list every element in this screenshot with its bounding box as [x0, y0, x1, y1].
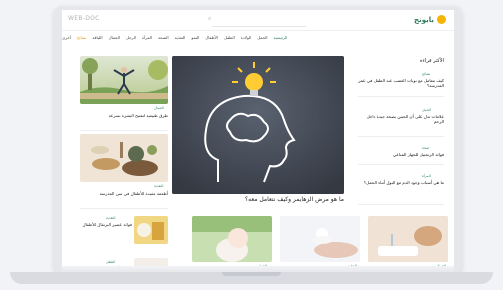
nav-item-woman[interactable]: المرأة	[142, 31, 152, 45]
divider	[358, 204, 444, 205]
nav-item-home[interactable]: الرئيسية	[274, 31, 288, 45]
sidebar-category[interactable]: المرأة	[422, 174, 431, 178]
list-item-image[interactable]	[134, 216, 168, 244]
logo-sun-icon	[437, 15, 446, 24]
topbar: بابونج ⌕ WEB-DOC	[62, 10, 454, 31]
nav-item-beauty[interactable]: الجمال	[109, 31, 120, 45]
page-bottom-fade	[62, 266, 454, 272]
card-image-herbs[interactable]	[80, 134, 168, 182]
sidebar-item-title[interactable]: ما هي أسباب وجود الدم مع البول أثناء الح…	[358, 180, 444, 185]
sidebar-category[interactable]: الحمل	[422, 108, 431, 112]
nav-item-other[interactable]: أخرى	[62, 31, 71, 45]
sidebar-item-title[interactable]: كيف تتعامل مع نوبات الغضب عند الطفل في ع…	[358, 78, 444, 88]
sidebar-item-title[interactable]: فوائد الزنجبيل للجهاز المناعي	[358, 152, 444, 157]
laptop-notch	[222, 272, 281, 276]
divider	[358, 96, 444, 97]
nav-item-nutrition[interactable]: التغذية	[175, 31, 186, 45]
list-title[interactable]: فوائد عصير البرتقال للأطفال	[76, 222, 132, 227]
card-title[interactable]: أطعمة مفيدة للأطفال في سن المدرسة	[80, 191, 168, 196]
divider	[80, 130, 168, 131]
nav-item-growth[interactable]: النمو	[191, 31, 199, 45]
sidebar-category[interactable]: نصائح	[422, 72, 430, 76]
card-title[interactable]: طرق طبيعية لتفتيح البشرة بسرعة	[80, 113, 168, 118]
card-image-running[interactable]	[80, 56, 168, 104]
list-category[interactable]: التغذية	[106, 216, 115, 220]
nav-item-health[interactable]: الصحة	[158, 31, 169, 45]
partner-brand[interactable]: WEB-DOC	[68, 15, 100, 22]
sidebar-category[interactable]: صحة	[422, 146, 429, 150]
card-category[interactable]: الجمال	[154, 106, 164, 110]
hero-title[interactable]: ما هو مرض الزهايمر وكيف نتعامل معه؟	[172, 196, 344, 203]
card-image-cream[interactable]	[280, 216, 360, 262]
sidebar-title: الأكثر قراءة	[420, 58, 444, 64]
divider	[358, 136, 444, 137]
card-image-washing[interactable]	[368, 216, 448, 262]
nav-item-birth[interactable]: الولادة	[241, 31, 252, 45]
search-icon[interactable]: ⌕	[208, 15, 211, 23]
nav-item-tips[interactable]: نصائح	[77, 31, 87, 45]
search-input[interactable]	[212, 16, 306, 27]
nav-item-kids[interactable]: الأطفال	[205, 31, 218, 45]
nav-item-man[interactable]: الرجل	[126, 31, 136, 45]
logo-text: بابونج	[414, 15, 434, 24]
card-category[interactable]: التغذية	[154, 184, 163, 188]
hero-image[interactable]	[172, 56, 344, 194]
main-nav: الرئيسية الحمل الولادة الطفل الأطفال الن…	[62, 31, 454, 45]
site-logo[interactable]: بابونج	[414, 15, 446, 24]
card-image-pregnant[interactable]	[192, 216, 272, 262]
nav-item-fitness[interactable]: اللياقة	[92, 31, 102, 45]
browser-screen: بابونج ⌕ WEB-DOC الرئيسية الحمل الولادة …	[62, 10, 454, 272]
nav-item-baby[interactable]: الطفل	[224, 31, 235, 45]
sidebar-item-title[interactable]: علامات تدل على أن الجنين بصحة جيدة داخل …	[358, 114, 444, 124]
divider	[80, 208, 168, 209]
nav-item-pregnancy[interactable]: الحمل	[257, 31, 267, 45]
list-category[interactable]: الطفل	[106, 260, 115, 264]
divider	[358, 164, 444, 165]
